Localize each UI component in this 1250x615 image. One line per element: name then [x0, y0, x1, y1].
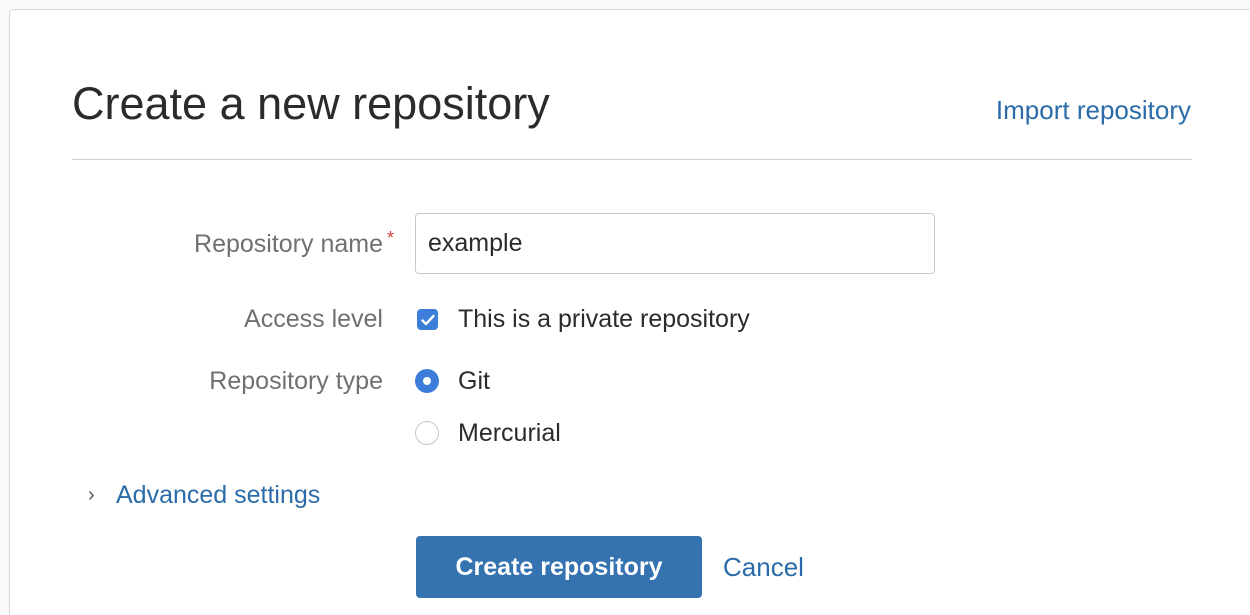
- radio-dot: [423, 377, 431, 385]
- repository-name-input[interactable]: [415, 213, 935, 274]
- page-title: Create a new repository: [72, 78, 550, 129]
- cancel-link[interactable]: Cancel: [723, 552, 804, 582]
- repository-type-label: Repository type: [209, 367, 383, 395]
- repository-name-label-text: Repository name: [194, 230, 383, 258]
- access-level-label: Access level: [244, 305, 383, 333]
- git-option-label: Git: [458, 367, 490, 395]
- create-repository-panel: Create a new repository Import repositor…: [9, 9, 1250, 615]
- git-radio[interactable]: [415, 369, 439, 393]
- mercurial-radio[interactable]: [415, 421, 439, 445]
- header-divider: [72, 159, 1192, 160]
- required-marker: *: [386, 228, 394, 248]
- import-repository-link[interactable]: Import repository: [996, 94, 1191, 126]
- page: Create a new repository Import repositor…: [0, 0, 1250, 615]
- create-repository-button[interactable]: Create repository: [416, 536, 702, 598]
- checkmark-icon: [420, 314, 435, 325]
- private-repository-label: This is a private repository: [458, 305, 750, 333]
- advanced-settings-toggle[interactable]: › Advanced settings: [88, 480, 320, 510]
- private-repository-checkbox[interactable]: [417, 309, 438, 330]
- chevron-right-icon: ›: [88, 484, 95, 506]
- mercurial-option-label: Mercurial: [458, 419, 561, 447]
- advanced-settings-label: Advanced settings: [116, 481, 321, 509]
- repository-name-label: Repository name *: [194, 228, 394, 259]
